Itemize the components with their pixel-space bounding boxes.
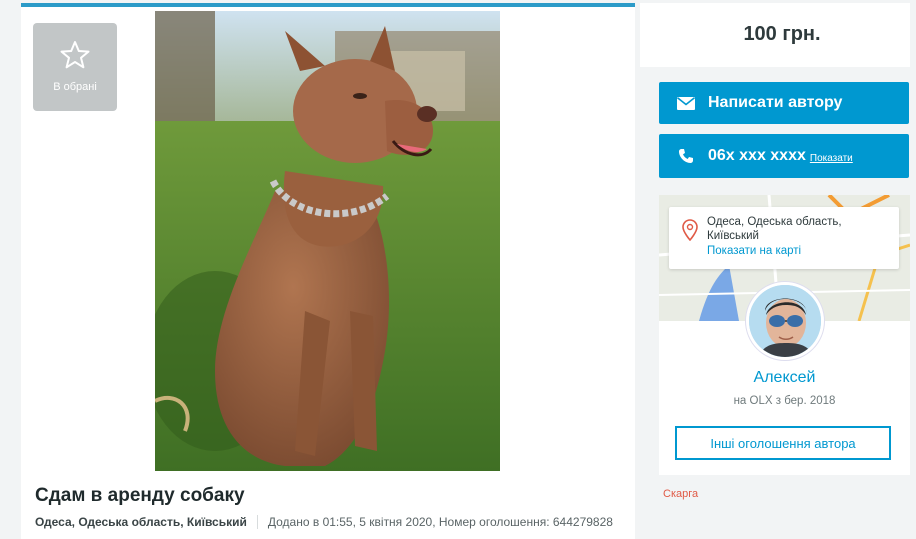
phone-icon (676, 146, 696, 166)
avatar-image (749, 285, 821, 357)
show-phone-link[interactable]: Показати (810, 153, 853, 164)
listing-added-info: Додано в 01:55, 5 квітня 2020, Номер ого… (267, 515, 613, 529)
report-link[interactable]: Скарга (663, 488, 698, 500)
add-to-favorites-button[interactable]: В обрані (33, 23, 117, 111)
meta-divider (256, 515, 258, 529)
write-to-author-button[interactable]: Написати автору (659, 82, 909, 124)
listing-location: Одеса, Одеська область, Київський (35, 515, 247, 529)
listing-photo[interactable] (155, 11, 500, 471)
phone-button[interactable]: 06x xxx xxxx Показати (659, 134, 909, 178)
phone-number: 06x xxx xxxx (708, 147, 806, 164)
write-to-author-label: Написати автору (708, 94, 843, 111)
other-ads-button[interactable]: Інші оголошення автора (675, 426, 891, 460)
price-box: 100 грн. (640, 3, 910, 67)
seller-card: Одеса, Одеська область, Київський Показа… (659, 195, 910, 475)
map-address-popup: Одеса, Одеська область, Київський Показа… (669, 207, 899, 269)
seller-name[interactable]: Алексей (659, 369, 910, 387)
listing-title: Сдам в аренду собаку (35, 485, 245, 506)
map-address: Одеса, Одеська область, Київський (707, 216, 842, 242)
dog-photo-image (155, 11, 500, 471)
listing-card: В обрані Сдам в аренду собаку Одеса, Оде… (21, 3, 635, 539)
avatar[interactable] (746, 282, 824, 360)
show-on-map-link[interactable]: Показати на карті (707, 245, 801, 257)
listing-meta: Одеса, Одеська область, Київський Додано… (35, 515, 613, 529)
seller-since: на OLX з бер. 2018 (733, 395, 836, 407)
price-value: 100 грн. (743, 23, 821, 45)
favorites-label: В обрані (53, 81, 97, 93)
envelope-icon (676, 93, 696, 113)
star-outline-icon (60, 41, 90, 69)
location-pin-icon (682, 219, 698, 241)
